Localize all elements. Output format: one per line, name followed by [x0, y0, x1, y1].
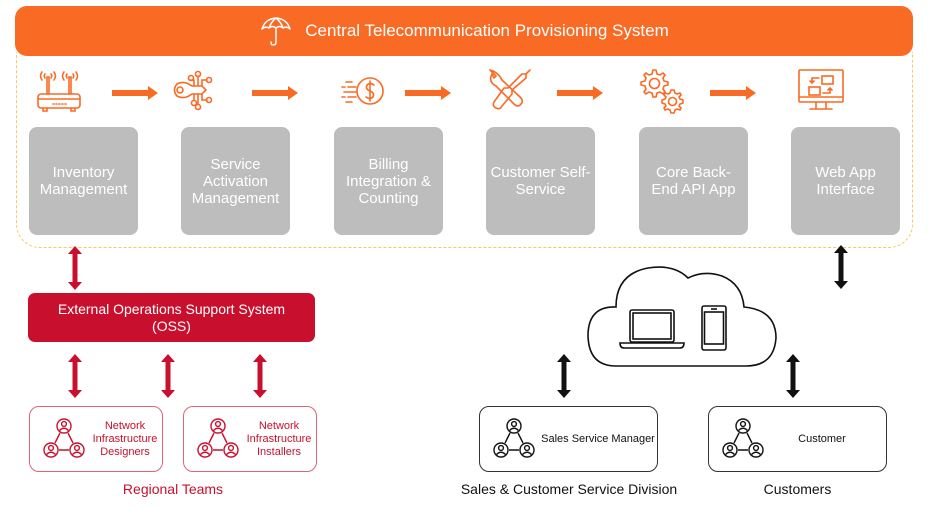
gears-icon	[640, 69, 684, 114]
wrench-screwdriver-icon	[489, 69, 531, 110]
module-billing-integration[interactable]: Billing Integration & Counting	[334, 127, 443, 235]
team-network-icon	[722, 418, 764, 458]
team-network-designers[interactable]: Network Infrastructure Designers	[29, 406, 163, 472]
digital-key-icon	[173, 70, 213, 111]
module-core-backend-api[interactable]: Core Back-End API App	[639, 127, 748, 235]
team-label: Network Infrastructure Installers	[246, 419, 312, 458]
team-customer[interactable]: Customer	[708, 406, 887, 472]
umbrella-icon	[261, 17, 292, 46]
flow-arrow	[405, 86, 451, 100]
team-sales-service-manager[interactable]: Sales Service Manager	[479, 406, 658, 472]
team-label: Network Infrastructure Designers	[92, 419, 158, 458]
double-arrow-inventory-oss	[68, 246, 82, 290]
laptop-icon	[619, 309, 685, 349]
double-arrow-oss-installers	[253, 354, 267, 398]
oss-label: External Operations Support System (OSS)	[57, 300, 286, 334]
team-network-icon	[197, 418, 239, 458]
double-arrow-cloud-sales	[557, 354, 571, 398]
monitor-workflow-icon	[798, 69, 844, 110]
group-label-regional: Regional Teams	[122, 481, 224, 497]
fast-dollar-icon	[341, 77, 384, 105]
team-network-icon	[493, 418, 535, 458]
double-arrow-webapp-cloud	[834, 245, 848, 289]
double-arrow-cloud-customers	[786, 354, 800, 398]
flow-arrow	[112, 86, 158, 100]
team-network-installers[interactable]: Network Infrastructure Installers	[183, 406, 317, 472]
module-service-activation[interactable]: Service Activation Management	[181, 127, 290, 235]
double-arrow-oss-designers	[68, 354, 82, 398]
system-header: Central Telecommunication Provisioning S…	[15, 6, 913, 56]
system-title: Central Telecommunication Provisioning S…	[305, 21, 669, 40]
flow-arrow	[710, 86, 756, 100]
flow-arrow	[252, 86, 298, 100]
smartphone-icon	[701, 305, 727, 351]
system-boundary	[16, 52, 913, 248]
group-label-sales: Sales & Customer Service Division	[460, 481, 678, 497]
module-web-app-interface[interactable]: Web App Interface	[791, 127, 900, 235]
router-icon	[37, 71, 81, 112]
team-label: Customer	[798, 432, 846, 445]
oss-box[interactable]: External Operations Support System (OSS)	[28, 293, 315, 342]
cloud-icon	[587, 266, 777, 367]
team-label: Sales Service Manager	[541, 432, 655, 445]
module-customer-self-service[interactable]: Customer Self-Service	[486, 127, 595, 235]
flow-arrow	[557, 86, 603, 100]
module-inventory-management[interactable]: Inventory Management	[29, 127, 138, 235]
team-network-icon	[43, 418, 85, 458]
double-arrow-oss-middle	[161, 354, 175, 398]
group-label-customers: Customers	[763, 481, 832, 497]
